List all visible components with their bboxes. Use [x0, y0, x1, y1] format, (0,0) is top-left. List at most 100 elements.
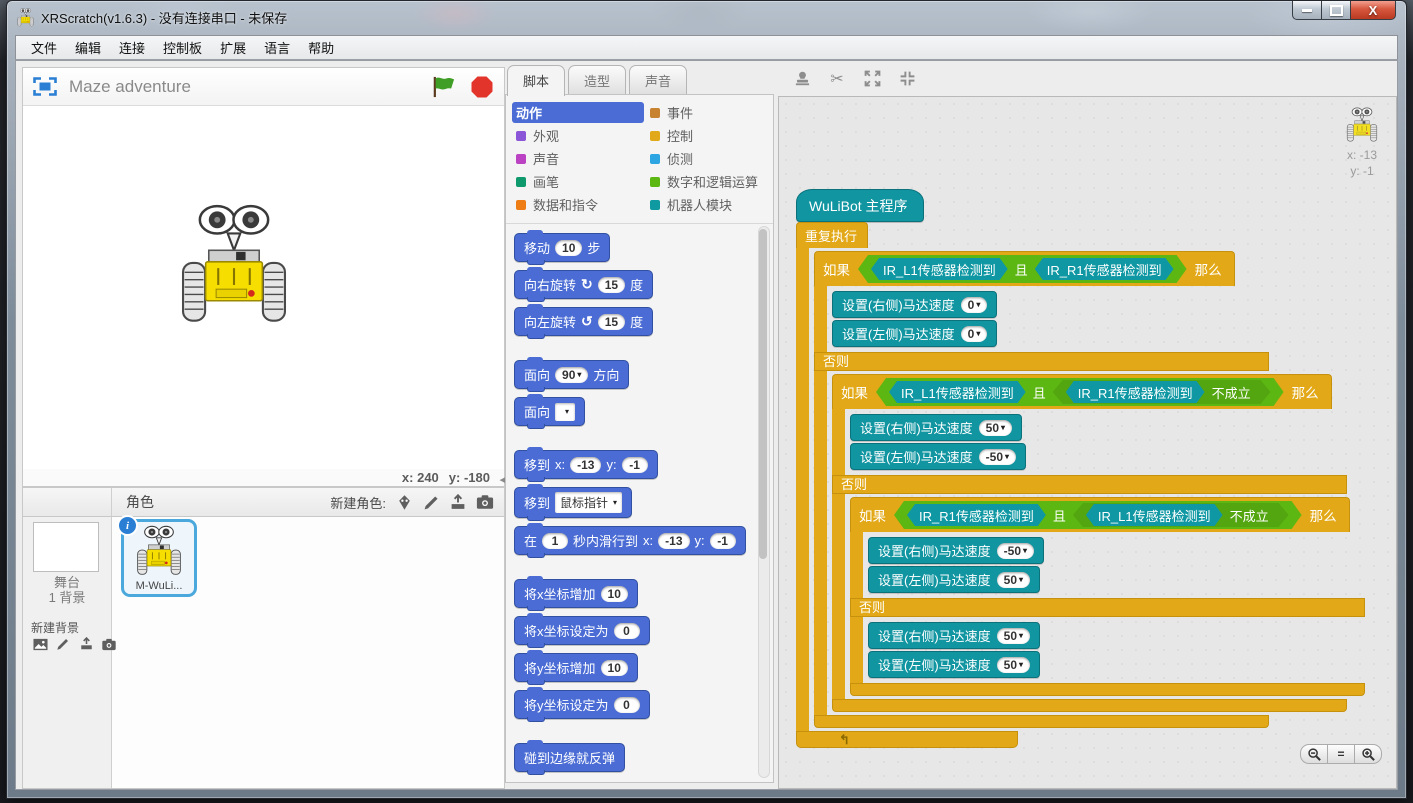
menu-extension[interactable]: 扩展: [211, 35, 255, 60]
sensor-boolean-block[interactable]: IR_L1传感器检测到: [889, 381, 1026, 403]
zoom-in-button[interactable]: [1354, 744, 1382, 764]
palette-block-bounce-on-edge[interactable]: 碰到边缘就反弹: [514, 743, 625, 772]
menu-language[interactable]: 语言: [255, 35, 299, 60]
set-motor-speed-block[interactable]: 设置(左侧)马达速度50▾: [868, 566, 1040, 593]
set-motor-speed-block[interactable]: 设置(左侧)马达速度-50▾: [850, 443, 1026, 470]
image-icon[interactable]: [31, 635, 49, 653]
if-else-block[interactable]: 如果IR_L1传感器检测到且IR_R1传感器检测到那么设置(右侧)马达速度0▾设…: [814, 251, 1269, 728]
if-else-block[interactable]: 如果IR_L1传感器检测到且IR_R1传感器检测到不成立那么设置(右侧)马达速度…: [832, 374, 1347, 712]
dropdown-input[interactable]: 50▾: [979, 420, 1012, 436]
green-flag-icon[interactable]: [432, 76, 456, 98]
palette-block-go-to-xy[interactable]: 移到x:-13y:-1: [514, 450, 658, 479]
sprite-info-badge[interactable]: i: [117, 515, 138, 536]
dropdown-input[interactable]: 0▾: [961, 326, 988, 342]
and-operator-block[interactable]: IR_L1传感器检测到且IR_R1传感器检测到: [858, 255, 1187, 283]
tab-scripts[interactable]: 脚本: [507, 65, 565, 96]
number-input[interactable]: 0: [614, 623, 640, 639]
number-input[interactable]: -13: [658, 533, 689, 549]
if-else-block[interactable]: 如果IR_R1传感器检测到且IR_L1传感器检测到不成立那么设置(右侧)马达速度…: [850, 497, 1365, 696]
tab-costumes[interactable]: 造型: [568, 65, 626, 96]
sensor-boolean-block[interactable]: IR_R1传感器检测到: [1066, 381, 1205, 403]
shrink-icon[interactable]: [897, 69, 917, 89]
number-input[interactable]: 0: [614, 697, 640, 713]
hat-block-main-program[interactable]: WuLiBot 主程序: [796, 189, 924, 222]
camera-icon[interactable]: [476, 493, 494, 511]
set-motor-speed-block[interactable]: 设置(右侧)马达速度0▾: [832, 291, 997, 318]
number-input[interactable]: 10: [601, 660, 628, 676]
grow-icon[interactable]: [862, 69, 882, 89]
script-canvas[interactable]: x: -13 y: -1 WuLiBot 主程序重复执行如果IR_L1传感器检测…: [778, 96, 1397, 789]
palette-block-change-y[interactable]: 将y坐标增加10: [514, 653, 638, 682]
number-input[interactable]: -13: [570, 457, 601, 473]
category-item-4[interactable]: 数据和指令: [512, 194, 644, 215]
sensor-boolean-block[interactable]: IR_L1传感器检测到: [1086, 504, 1223, 526]
menu-help[interactable]: 帮助: [299, 35, 343, 60]
menu-connect[interactable]: 连接: [110, 35, 154, 60]
set-motor-speed-block[interactable]: 设置(右侧)马达速度50▾: [868, 622, 1040, 649]
zoom-reset-button[interactable]: =: [1327, 744, 1355, 764]
and-operator-block[interactable]: IR_L1传感器检测到且IR_R1传感器检测到不成立: [876, 378, 1284, 406]
zoom-out-button[interactable]: [1300, 744, 1328, 764]
number-input[interactable]: -1: [710, 533, 736, 549]
palette-block-point-in-direction[interactable]: 面向90▾方向: [514, 360, 629, 389]
category-item-6[interactable]: 控制: [646, 125, 769, 146]
number-input[interactable]: -1: [622, 457, 648, 473]
dropdown-menu-input[interactable]: 鼠标指针▾: [555, 492, 622, 513]
number-input[interactable]: 15: [598, 314, 625, 330]
not-operator-block[interactable]: IR_R1传感器检测到不成立: [1053, 380, 1271, 404]
set-motor-speed-block[interactable]: 设置(左侧)马达速度50▾: [868, 651, 1040, 678]
forever-loop-block[interactable]: 重复执行如果IR_L1传感器检测到且IR_R1传感器检测到那么设置(右侧)马达速…: [796, 222, 1018, 748]
stage-thumbnail[interactable]: [33, 522, 99, 572]
palette-block-turn-right[interactable]: 向右旋转↻15度: [514, 270, 653, 299]
menu-board[interactable]: 控制板: [154, 35, 211, 60]
stage-canvas[interactable]: [23, 106, 504, 469]
maximize-button[interactable]: [1321, 1, 1351, 20]
dropdown-input[interactable]: -50▾: [979, 449, 1016, 465]
category-item-3[interactable]: 画笔: [512, 171, 644, 192]
robot-sprite[interactable]: [181, 203, 287, 327]
upload-icon[interactable]: [449, 493, 467, 511]
category-item-9[interactable]: 机器人模块: [646, 194, 769, 215]
palette-block-set-x[interactable]: 将x坐标设定为0: [514, 616, 650, 645]
stamp-icon[interactable]: [792, 69, 812, 89]
sprite-library-icon[interactable]: [395, 493, 413, 511]
number-input[interactable]: 1: [542, 533, 568, 549]
fullscreen-icon[interactable]: [33, 77, 57, 96]
dropdown-input[interactable]: 50▾: [997, 572, 1030, 588]
and-operator-block[interactable]: IR_R1传感器检测到且IR_L1传感器检测到不成立: [894, 501, 1302, 529]
close-button[interactable]: X: [1350, 1, 1396, 20]
number-input[interactable]: 15: [598, 277, 625, 293]
sensor-boolean-block[interactable]: IR_R1传感器检测到: [1035, 258, 1174, 280]
category-item-2[interactable]: 声音: [512, 148, 644, 169]
palette-block-glide-to-xy[interactable]: 在1秒内滑行到x:-13y:-1: [514, 526, 746, 555]
sensor-boolean-block[interactable]: IR_R1传感器检测到: [907, 504, 1046, 526]
dropdown-input[interactable]: -50▾: [997, 543, 1034, 559]
scrollbar-thumb[interactable]: [759, 229, 767, 559]
title-bar[interactable]: XRScratch(v1.6.3) - 没有连接串口 - 未保存 X: [7, 1, 1406, 34]
menu-file[interactable]: 文件: [22, 35, 66, 60]
set-motor-speed-block[interactable]: 设置(右侧)马达速度50▾: [850, 414, 1022, 441]
dropdown-input[interactable]: 50▾: [997, 628, 1030, 644]
minimize-button[interactable]: [1292, 1, 1322, 20]
palette-block-move-steps[interactable]: 移动10步: [514, 233, 610, 262]
dropdown-menu-input[interactable]: ▾: [555, 403, 575, 421]
category-item-1[interactable]: 外观: [512, 125, 644, 146]
sprite-thumbnail-selected[interactable]: i M-WuLi...: [121, 519, 197, 597]
palette-block-set-y[interactable]: 将y坐标设定为0: [514, 690, 650, 719]
not-operator-block[interactable]: IR_L1传感器检测到不成立: [1073, 503, 1289, 527]
scissors-icon[interactable]: ✂: [827, 69, 847, 89]
dropdown-input[interactable]: 90▾: [555, 367, 588, 383]
paintbrush-icon[interactable]: [422, 493, 440, 511]
upload-icon[interactable]: [77, 635, 95, 653]
palette-scrollbar[interactable]: [758, 226, 770, 778]
dropdown-input[interactable]: 50▾: [997, 657, 1030, 673]
menu-edit[interactable]: 编辑: [66, 35, 110, 60]
palette-block-point-towards[interactable]: 面向▾: [514, 397, 585, 426]
set-motor-speed-block[interactable]: 设置(左侧)马达速度0▾: [832, 320, 997, 347]
tab-sounds[interactable]: 声音: [629, 65, 687, 96]
palette-block-turn-left[interactable]: 向左旋转↺15度: [514, 307, 653, 336]
palette-block-go-to-target[interactable]: 移到鼠标指针▾: [514, 487, 632, 518]
paintbrush-icon[interactable]: [54, 635, 72, 653]
number-input[interactable]: 10: [601, 586, 628, 602]
dropdown-input[interactable]: 0▾: [961, 297, 988, 313]
